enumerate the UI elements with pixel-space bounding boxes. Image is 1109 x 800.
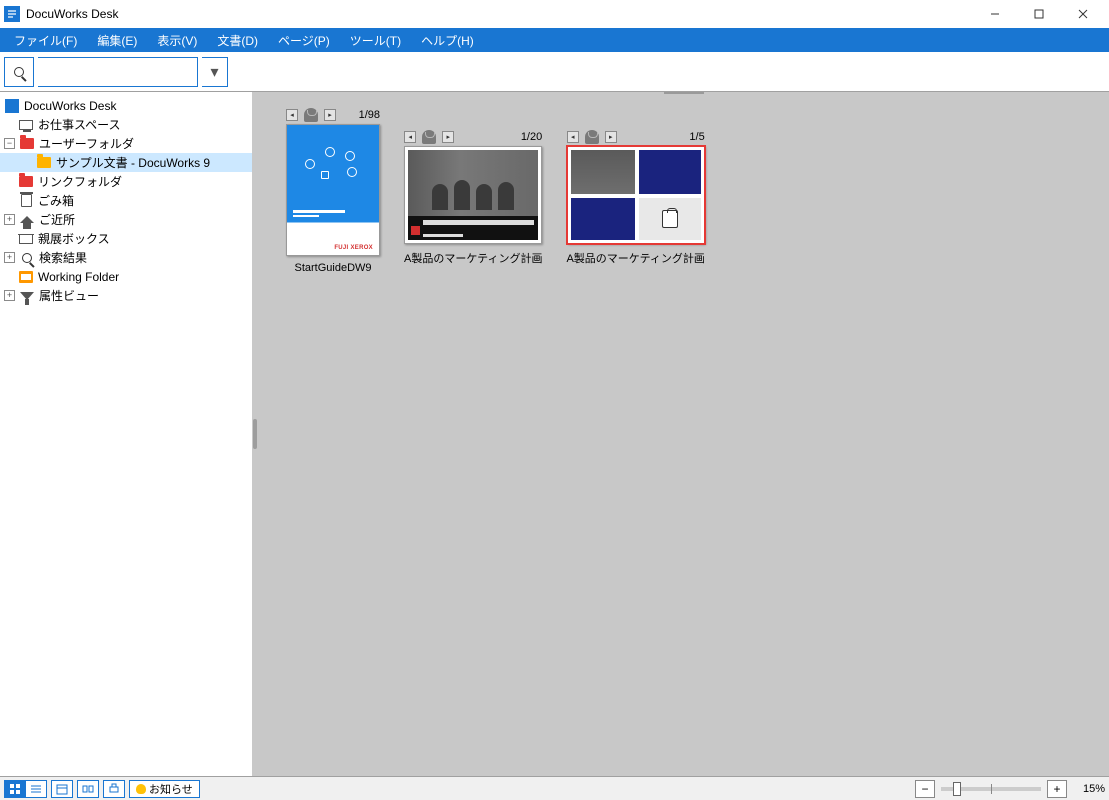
tree-trash[interactable]: ごみ箱 — [0, 191, 252, 210]
filter-icon — [20, 292, 34, 300]
menu-bar: ファイル(F) 編集(E) 表示(V) 文書(D) ページ(P) ツール(T) … — [0, 28, 1109, 52]
list-view-button[interactable] — [26, 780, 47, 798]
binder-clip-icon — [583, 130, 601, 144]
folder-icon — [37, 157, 51, 168]
next-page-button[interactable]: ▸ — [324, 109, 336, 121]
tree-workingfolder[interactable]: Working Folder — [0, 267, 252, 286]
tree-linkfolder[interactable]: リンクフォルダ — [0, 172, 252, 191]
search-icon — [22, 253, 32, 263]
document-thumbnail[interactable]: FUJI XEROX — [286, 124, 380, 256]
menu-view[interactable]: 表示(V) — [147, 28, 207, 52]
tree-inbox[interactable]: 親展ボックス — [0, 229, 252, 248]
expand-icon[interactable]: + — [4, 290, 15, 301]
zoom-out-button[interactable]: − — [915, 780, 935, 798]
window-title: DocuWorks Desk — [26, 7, 118, 21]
desktop-icon — [19, 120, 33, 130]
collapse-icon[interactable]: − — [4, 138, 15, 149]
tree-sample[interactable]: サンプル文書 - DocuWorks 9 — [0, 153, 252, 172]
home-icon — [20, 216, 34, 223]
document-label: A製品のマーケティング計画 — [566, 250, 704, 266]
zoom-slider[interactable] — [941, 787, 1041, 791]
search-toolbar: ▾ — [0, 52, 1109, 92]
tree-attributeview[interactable]: + 属性ビュー — [0, 286, 252, 305]
next-page-button[interactable]: ▸ — [442, 131, 454, 143]
brand-label: FUJI XEROX — [334, 245, 373, 251]
calendar-view-button[interactable] — [51, 780, 73, 798]
next-page-button[interactable]: ▸ — [605, 131, 617, 143]
document-tile[interactable]: ◂ ▸ 1/5 A製品のマーケティング計画 — [566, 130, 704, 266]
view-mode-group — [4, 780, 47, 798]
app-root-icon — [5, 99, 19, 113]
menu-help[interactable]: ヘルプ(H) — [411, 28, 484, 52]
document-label: StartGuideDW9 — [294, 262, 371, 274]
search-icon — [14, 67, 24, 77]
thumbnail-view-button[interactable] — [4, 780, 26, 798]
document-label: A製品のマーケティング計画 — [404, 250, 542, 266]
title-bar: DocuWorks Desk — [0, 0, 1109, 28]
workingfolder-icon — [19, 271, 33, 283]
tile-header: ◂ ▸ 1/98 — [286, 108, 380, 122]
search-button[interactable] — [4, 57, 34, 87]
notification-label: お知らせ — [149, 781, 193, 797]
expand-icon[interactable]: + — [4, 214, 15, 225]
menu-edit[interactable]: 編集(E) — [87, 28, 147, 52]
prev-page-button[interactable]: ◂ — [567, 131, 579, 143]
tile-header: ◂ ▸ 1/20 — [404, 130, 542, 144]
tree-searchresults[interactable]: + 検索結果 — [0, 248, 252, 267]
search-dropdown[interactable]: ▾ — [202, 57, 228, 87]
zoom-controls: − + 15% — [915, 780, 1105, 798]
menu-page[interactable]: ページ(P) — [268, 28, 340, 52]
trash-icon — [21, 194, 32, 207]
document-tile[interactable]: ◂ ▸ 1/98 FUJI XEROX StartGuideDW9 — [286, 108, 380, 274]
close-button[interactable] — [1061, 0, 1105, 28]
inbox-icon — [19, 234, 33, 244]
prev-page-button[interactable]: ◂ — [404, 131, 416, 143]
print-button[interactable] — [103, 780, 125, 798]
menu-document[interactable]: 文書(D) — [207, 28, 268, 52]
expand-icon[interactable]: + — [4, 252, 15, 263]
folder-icon — [19, 176, 33, 187]
tile-header: ◂ ▸ 1/5 — [567, 130, 705, 144]
document-tiles: ◂ ▸ 1/98 FUJI XEROX StartGuideDW9 — [258, 92, 1109, 290]
app-icon — [4, 6, 20, 22]
main-body: DocuWorks Desk お仕事スペース − ユーザーフォルダ サンプル文書… — [0, 92, 1109, 776]
prev-page-button[interactable]: ◂ — [286, 109, 298, 121]
horizontal-grip[interactable] — [664, 92, 704, 96]
notification-button[interactable]: お知らせ — [129, 780, 200, 798]
maximize-button[interactable] — [1017, 0, 1061, 28]
content-area[interactable]: ◂ ▸ 1/98 FUJI XEROX StartGuideDW9 — [258, 92, 1109, 776]
binder-clip-icon — [420, 130, 438, 144]
page-count: 1/20 — [521, 131, 542, 143]
infobar-button[interactable] — [77, 780, 99, 798]
status-bar: お知らせ − + 15% — [0, 776, 1109, 800]
bulb-icon — [136, 784, 146, 794]
search-input[interactable] — [38, 57, 198, 87]
pdf-icon — [411, 226, 420, 235]
page-count: 1/98 — [359, 109, 380, 121]
folder-tree[interactable]: DocuWorks Desk お仕事スペース − ユーザーフォルダ サンプル文書… — [0, 92, 252, 776]
tree-workspace[interactable]: お仕事スペース — [0, 115, 252, 134]
zoom-in-button[interactable]: + — [1047, 780, 1067, 798]
tree-neighborhood[interactable]: + ご近所 — [0, 210, 252, 229]
menu-tool[interactable]: ツール(T) — [340, 28, 411, 52]
menu-file[interactable]: ファイル(F) — [4, 28, 87, 52]
document-tile[interactable]: ◂ ▸ 1/20 A製品のマーケティング計画 — [404, 130, 542, 266]
minimize-button[interactable] — [973, 0, 1017, 28]
binder-clip-icon — [302, 108, 320, 122]
document-thumbnail[interactable] — [404, 146, 542, 244]
page-count: 1/5 — [689, 131, 704, 143]
tree-root[interactable]: DocuWorks Desk — [0, 96, 252, 115]
folder-icon — [20, 138, 34, 149]
document-thumbnail[interactable] — [567, 146, 705, 244]
zoom-percent: 15% — [1073, 783, 1105, 795]
tree-userfolder[interactable]: − ユーザーフォルダ — [0, 134, 252, 153]
